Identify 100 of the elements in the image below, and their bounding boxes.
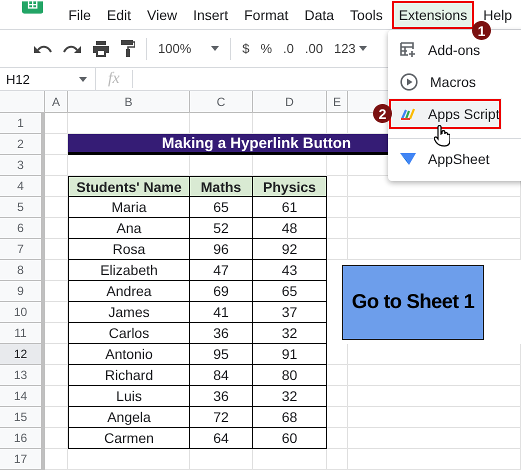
sheet-cell[interactable]: [45, 113, 68, 134]
table-cell: Rosa: [68, 239, 190, 260]
table-cell: Luis: [68, 386, 190, 407]
sheet-cell[interactable]: [327, 218, 348, 239]
sheet-cell[interactable]: [327, 386, 348, 407]
table-cell: 43: [253, 260, 327, 281]
sheet-cell[interactable]: [327, 407, 348, 428]
number-format-dropdown[interactable]: 123: [334, 41, 367, 56]
menu-item[interactable]: Data: [297, 0, 342, 28]
sheet-cell[interactable]: [68, 449, 190, 470]
row-header[interactable]: 14: [0, 386, 45, 407]
caret-icon: [358, 46, 367, 51]
sheet-cell[interactable]: [348, 239, 521, 260]
table-cell: 96: [190, 239, 253, 260]
sheet-cell[interactable]: [327, 365, 348, 386]
zoom-dropdown[interactable]: 100%: [158, 41, 220, 56]
row-header[interactable]: 1: [0, 113, 45, 134]
caret-icon: [79, 76, 87, 82]
redo-icon[interactable]: [63, 44, 81, 54]
sheet-cell[interactable]: [45, 218, 68, 239]
sheet-cell[interactable]: [190, 449, 253, 470]
hand-cursor-icon: [434, 125, 450, 147]
sheet-cell[interactable]: [45, 428, 68, 449]
sheet-cell[interactable]: [327, 428, 348, 449]
table-cell: Andrea: [68, 281, 190, 302]
row-header[interactable]: 17: [0, 449, 45, 470]
sheet-cell[interactable]: [253, 449, 327, 470]
sheet-cell[interactable]: [45, 260, 68, 281]
column-heading: Maths: [190, 176, 253, 197]
table-cell: Elizabeth: [68, 260, 190, 281]
row-header[interactable]: 16: [0, 428, 45, 449]
print-icon[interactable]: [92, 40, 110, 56]
menu-item[interactable]: Tools: [343, 0, 390, 28]
row-header[interactable]: 7: [0, 239, 45, 260]
row-header[interactable]: 9: [0, 281, 45, 302]
sheet-cell[interactable]: [348, 197, 521, 218]
select-all-corner[interactable]: [0, 91, 45, 113]
sheet-cell[interactable]: [327, 344, 348, 365]
column-heading: Physics: [253, 176, 327, 197]
sheet-cell[interactable]: [348, 365, 521, 386]
sheet-cell[interactable]: [45, 323, 68, 344]
sheet-cell[interactable]: [45, 365, 68, 386]
row-header[interactable]: 4: [0, 176, 45, 197]
sheet-cell[interactable]: [45, 302, 68, 323]
menu-entry[interactable]: Macros: [388, 66, 521, 98]
percent-button[interactable]: %: [260, 41, 272, 56]
sheet-cell[interactable]: [348, 449, 521, 470]
column-header[interactable]: D: [253, 91, 327, 113]
row-header[interactable]: 5: [0, 197, 45, 218]
name-box[interactable]: H12: [0, 68, 96, 90]
menu-item[interactable]: Extensions: [392, 0, 474, 28]
paint-format-icon[interactable]: [121, 40, 135, 57]
row-header[interactable]: 15: [0, 407, 45, 428]
sheet-cell[interactable]: [348, 407, 521, 428]
sheet-cell[interactable]: [348, 344, 521, 365]
column-header[interactable]: C: [190, 91, 253, 113]
row-header[interactable]: 10: [0, 302, 45, 323]
menu-item[interactable]: View: [140, 0, 184, 28]
menu-item[interactable]: File: [61, 0, 98, 28]
menu-entry[interactable]: Apps Script: [388, 98, 502, 130]
table-cell: James: [68, 302, 190, 323]
table-cell: 32: [253, 386, 327, 407]
column-header[interactable]: B: [68, 91, 190, 113]
sheet-cell[interactable]: [327, 155, 348, 176]
column-heading: Students' Name: [68, 176, 190, 197]
row-header[interactable]: 8: [0, 260, 45, 281]
column-header[interactable]: E: [327, 91, 348, 113]
undo-icon[interactable]: [34, 44, 52, 54]
table-cell: 52: [190, 218, 253, 239]
row-header[interactable]: 3: [0, 155, 45, 176]
sheet-cell[interactable]: [45, 386, 68, 407]
row-header[interactable]: 6: [0, 218, 45, 239]
row-header[interactable]: 11: [0, 323, 45, 344]
column-header[interactable]: A: [45, 91, 68, 113]
decrease-decimal-button[interactable]: .0: [283, 41, 294, 56]
sheet-cell[interactable]: [348, 386, 521, 407]
row-header[interactable]: 2: [0, 134, 45, 155]
sheet-cell[interactable]: [327, 197, 348, 218]
sheet-cell[interactable]: [327, 176, 348, 197]
menu-item[interactable]: Format: [237, 0, 296, 28]
sheet-cell[interactable]: [327, 449, 348, 470]
sheet-cell[interactable]: [45, 281, 68, 302]
sheet-cell[interactable]: [45, 407, 68, 428]
sheet-cell[interactable]: [348, 218, 521, 239]
sheet-cell[interactable]: [45, 344, 68, 365]
currency-button[interactable]: $: [242, 41, 250, 56]
sheet-cell[interactable]: [45, 155, 68, 176]
row-header[interactable]: 13: [0, 365, 45, 386]
increase-decimal-button[interactable]: .00: [304, 41, 323, 56]
appsheet-icon: [400, 152, 416, 166]
menu-item[interactable]: Edit: [100, 0, 138, 28]
menu-item[interactable]: Insert: [186, 0, 236, 28]
go-to-sheet-button[interactable]: Go to Sheet 1: [342, 265, 484, 340]
sheet-cell[interactable]: [45, 197, 68, 218]
sheet-cell[interactable]: [348, 428, 521, 449]
row-header[interactable]: 12: [0, 344, 45, 365]
sheet-cell[interactable]: [327, 239, 348, 260]
sheets-logo-icon[interactable]: [22, 0, 44, 15]
sheet-cell[interactable]: [45, 239, 68, 260]
sheet-cell[interactable]: [45, 449, 68, 470]
